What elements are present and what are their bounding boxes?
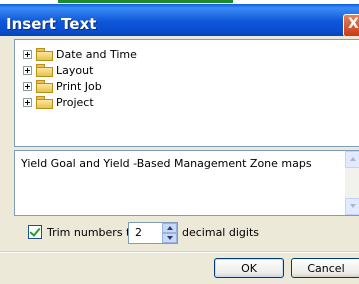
decimal-digits-label: decimal digits (182, 226, 259, 239)
decimal-digits-value[interactable]: 2 (135, 226, 142, 239)
tree-item-label: Project (56, 95, 94, 109)
decimal-digits-spinner[interactable]: 2 (128, 222, 178, 244)
folder-icon (36, 80, 53, 93)
tree-item-layout[interactable]: Layout (23, 62, 93, 78)
trim-numbers-row: Trim numbers to (28, 222, 137, 242)
ok-button[interactable]: OK (214, 258, 284, 278)
window-title: Insert Text (6, 15, 97, 33)
cancel-button[interactable]: Cancel (291, 258, 359, 278)
expand-icon[interactable] (23, 65, 32, 75)
trim-numbers-label: Trim numbers to (47, 225, 138, 239)
vertical-scrollbar[interactable] (345, 151, 359, 215)
close-icon: X (348, 16, 359, 32)
expand-icon[interactable] (23, 97, 32, 107)
folder-icon (36, 64, 53, 77)
tree-item-label: Print Job (56, 79, 102, 93)
title-bar: Insert Text X (0, 4, 359, 37)
description-textbox[interactable]: Yield Goal and Yield -Based Management Z… (14, 150, 359, 216)
expand-icon[interactable] (23, 49, 32, 59)
trim-numbers-checkbox[interactable] (28, 225, 42, 239)
tree-item-print-job[interactable]: Print Job (23, 78, 102, 94)
expand-icon[interactable] (23, 81, 32, 91)
divider (0, 251, 359, 253)
scroll-down-icon[interactable] (345, 198, 359, 215)
folder-icon (36, 96, 53, 109)
tree-item-label: Date and Time (56, 47, 137, 61)
insert-tree[interactable]: Date and Time Layout Print Job Project (14, 39, 359, 147)
spin-down-icon[interactable] (162, 233, 177, 243)
spin-up-icon[interactable] (162, 223, 177, 233)
folder-icon (36, 48, 53, 61)
description-text: Yield Goal and Yield -Based Management Z… (21, 157, 312, 170)
tree-item-date-and-time[interactable]: Date and Time (23, 46, 137, 62)
close-button[interactable]: X (343, 14, 359, 37)
tree-item-project[interactable]: Project (23, 94, 94, 110)
tree-item-label: Layout (56, 63, 94, 77)
scroll-up-icon[interactable] (345, 151, 359, 168)
